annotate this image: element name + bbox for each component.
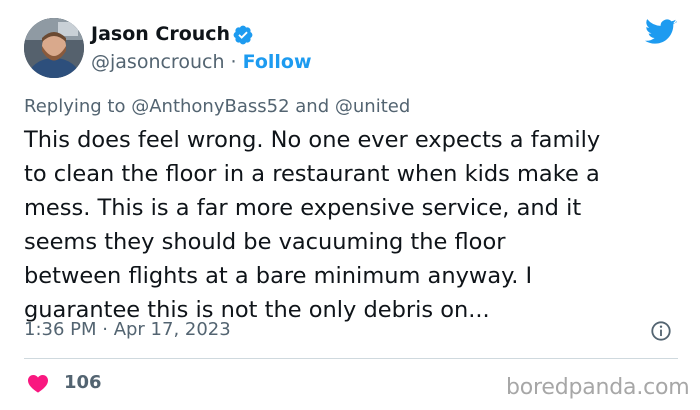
mention-anthonybass52[interactable]: @AnthonyBass52 bbox=[131, 96, 289, 117]
like-count: 106 bbox=[64, 372, 102, 393]
author-handle[interactable]: @jasoncrouch bbox=[91, 51, 224, 73]
verified-badge-icon bbox=[233, 25, 253, 45]
tweet-line: This does feel wrong. No one ever expect… bbox=[24, 127, 601, 153]
info-icon[interactable] bbox=[650, 320, 672, 342]
avatar[interactable] bbox=[24, 18, 84, 78]
tweet-line: to clean the floor in a restaurant when … bbox=[24, 161, 600, 187]
replying-conjunction: and bbox=[295, 96, 330, 117]
mention-united[interactable]: @united bbox=[335, 96, 410, 117]
handle-line: @jasoncrouch · Follow bbox=[91, 51, 312, 73]
tweet-line: mess. This is a far more expensive servi… bbox=[24, 195, 582, 221]
tweet-line: between flights at a bare minimum anyway… bbox=[24, 263, 533, 289]
replying-to: Replying to @AnthonyBass52 and @united bbox=[24, 96, 410, 117]
divider bbox=[24, 358, 678, 359]
twitter-bird-icon[interactable] bbox=[645, 19, 677, 46]
separator: · bbox=[230, 51, 237, 73]
watermark: boredpanda.com bbox=[506, 375, 690, 400]
timestamp[interactable]: 1:36 PM · Apr 17, 2023 bbox=[24, 319, 231, 340]
follow-button[interactable]: Follow bbox=[243, 51, 312, 73]
replying-prefix: Replying to bbox=[24, 96, 126, 117]
author-name[interactable]: Jason Crouch bbox=[91, 23, 230, 45]
heart-icon[interactable] bbox=[27, 373, 49, 393]
tweet-line: seems they should be vacuuming the floor bbox=[24, 229, 506, 255]
tweet-text: This does feel wrong. No one ever expect… bbox=[24, 123, 684, 327]
